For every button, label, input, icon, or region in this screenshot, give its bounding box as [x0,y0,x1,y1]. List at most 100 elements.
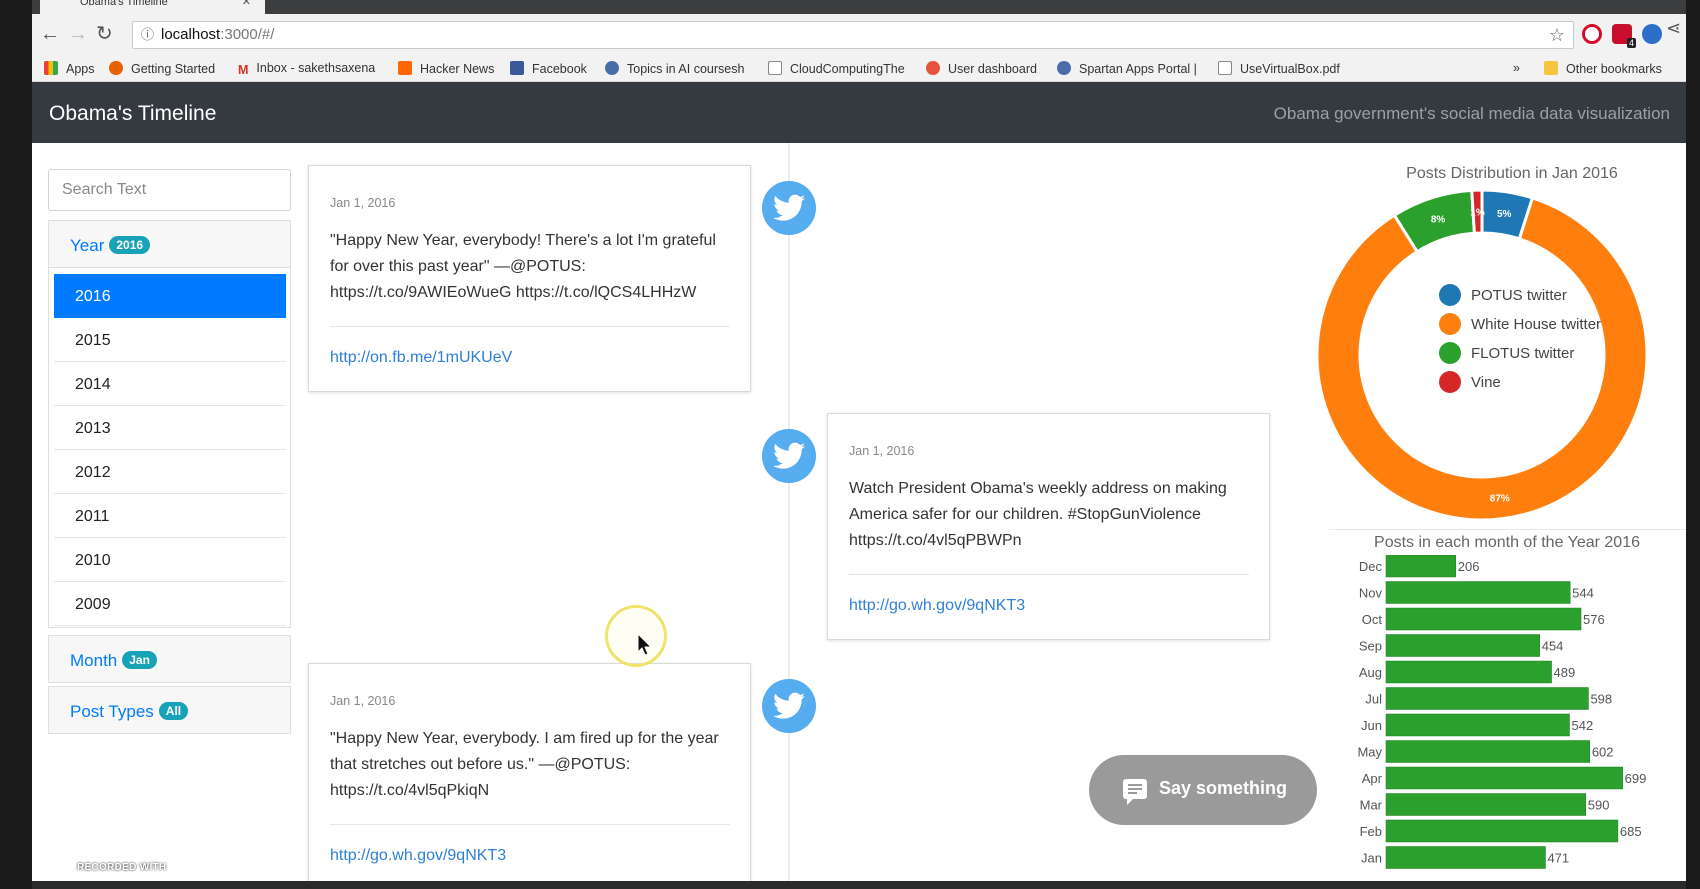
bar[interactable] [1385,660,1552,684]
url-bar[interactable]: ⓘ localhost:3000/#/ ☆ [132,21,1574,49]
opera-icon[interactable] [1582,24,1602,44]
bar-category-label: Sep [1359,639,1382,654]
app-navbar: Obama's Timeline Obama government's soci… [32,82,1686,143]
bar-value-label: 598 [1590,692,1612,707]
bar-value-label: 602 [1592,745,1614,760]
dashboard-icon [926,61,940,75]
app-subtitle: Obama government's social media data vis… [1273,104,1670,123]
legend-swatch [1439,342,1461,364]
browser-tab[interactable]: Obama's Timeline ✕ [40,0,265,14]
app-brand[interactable]: Obama's Timeline [49,102,216,126]
year-item[interactable]: 2015 [54,318,286,362]
close-tab-icon[interactable]: ✕ [242,0,251,8]
bar-value-label: 489 [1554,665,1576,680]
bookmark-inbox[interactable]: M Inbox - sakethsaxena [238,61,375,77]
timeline-post: Jan 1, 2016 Watch President Obama's week… [827,413,1270,640]
legend-label: Vine [1471,374,1501,391]
bookmark-star-icon[interactable]: ☆ [1549,22,1565,48]
chart-separator [1329,529,1686,530]
year-item[interactable]: 2010 [54,538,286,582]
month-badge: Jan [122,651,157,669]
bar[interactable] [1385,819,1619,843]
forward-icon[interactable]: → [68,22,88,46]
year-item[interactable]: 2012 [54,450,286,494]
bookmark-hacker-news[interactable]: Hacker News [398,61,494,76]
bar[interactable] [1385,793,1587,816]
year-filter-header[interactable]: Year 2016 [48,220,291,268]
bar-value-label: 590 [1588,798,1610,813]
info-icon[interactable]: ⓘ [141,22,154,48]
bar-category-label: Oct [1362,612,1383,627]
legend-swatch [1439,371,1461,393]
bookmark-topics-ai[interactable]: Topics in AI coursesh [605,61,744,76]
bookmark-getting-started[interactable]: Getting Started [109,61,215,76]
bookmark-virtualbox-pdf[interactable]: UseVirtualBox.pdf [1218,61,1340,76]
say-something-label: Say something [1159,778,1288,798]
spartan-icon [605,61,619,75]
gmail-icon: M [238,63,249,77]
extension-badge: 4 [1626,38,1636,48]
year-item[interactable]: 2014 [54,362,286,406]
post-link[interactable]: http://go.wh.gov/9qNKT3 [330,847,506,865]
bookmark-facebook[interactable]: Facebook [510,61,587,76]
bar-value-label: 699 [1625,771,1647,786]
bar-category-label: Jan [1361,851,1382,866]
post-date: Jan 1, 2016 [330,694,396,708]
bar[interactable] [1385,634,1540,657]
twitter-icon [762,679,816,733]
bar[interactable] [1385,713,1570,737]
legend-label: POTUS twitter [1471,287,1567,304]
donut-chart-title: Posts Distribution in Jan 2016 [1406,165,1618,182]
mouse-cursor-icon [637,633,653,656]
year-item[interactable]: 2016 [54,274,286,318]
reload-icon[interactable]: ↻ [96,22,113,46]
month-filter-header[interactable]: Month Jan [48,635,291,683]
legend-swatch [1439,284,1461,306]
bookmark-other[interactable]: Other bookmarks [1544,61,1662,76]
search-input[interactable] [48,169,291,211]
post-text: Watch President Obama's weekly address o… [849,480,1227,549]
twitter-icon [762,181,816,235]
twitter-icon [762,429,816,483]
bar[interactable] [1385,581,1571,604]
legend-swatch [1439,313,1461,335]
year-list: 2016 2015 2014 2013 2012 2011 2010 2009 [48,268,291,628]
share-icon[interactable]: ⋖ [1666,16,1681,40]
page-icon [768,61,782,75]
back-icon[interactable]: ← [40,22,60,46]
bar[interactable] [1385,766,1623,790]
bar-value-label: 576 [1583,612,1605,627]
bar[interactable] [1385,607,1582,631]
bottom-bar [32,881,1686,889]
bar-category-label: Feb [1360,824,1382,839]
bar[interactable] [1385,687,1589,710]
bar-value-label: 544 [1572,586,1594,601]
apps-grid-icon [44,61,58,75]
bar-category-label: Jul [1365,692,1382,707]
timeline-post: Jan 1, 2016 "Happy New Year, everybody! … [308,165,751,392]
address-bar-row: ← → ↻ ⓘ localhost:3000/#/ ☆ 4 ⋖ [32,14,1686,56]
extension-icon[interactable]: 4 [1612,24,1636,48]
say-something-button[interactable]: Say something [1089,755,1317,825]
bookmark-spartan-apps[interactable]: Spartan Apps Portal | [1057,61,1197,76]
bookmarks-overflow-icon[interactable]: » [1513,61,1520,75]
bookmark-user-dashboard[interactable]: User dashboard [926,61,1037,76]
bar-value-label: 206 [1458,559,1480,574]
post-link[interactable]: http://on.fb.me/1mUKUeV [330,349,512,367]
year-item[interactable]: 2009 [54,582,286,626]
post-divider [330,824,730,825]
bar[interactable] [1385,846,1546,869]
post-types-filter-header[interactable]: Post Types All [48,686,291,734]
spartan-icon [1057,61,1071,75]
legend-label: FLOTUS twitter [1471,345,1575,362]
folder-icon [1544,61,1558,75]
bookmark-apps[interactable]: Apps [44,61,95,76]
post-link[interactable]: http://go.wh.gov/9qNKT3 [849,597,1025,615]
bar[interactable] [1385,740,1591,763]
bookmark-cloud-computing[interactable]: CloudComputingThe [768,61,905,76]
profile-extension-icon[interactable] [1642,24,1662,44]
bar[interactable] [1385,555,1456,578]
bar-chart: Dec 206 Nov 544 Oct 576 Sep 454 Aug 489 Jul 598 Jun 5… [1357,555,1647,869]
year-item[interactable]: 2013 [54,406,286,450]
year-item[interactable]: 2011 [54,494,286,538]
